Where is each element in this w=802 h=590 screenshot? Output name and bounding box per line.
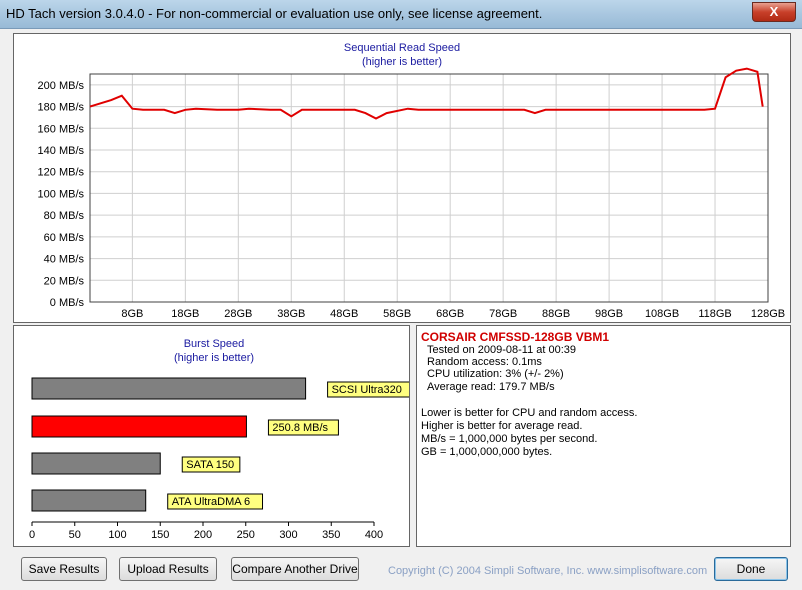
read-y-tick-label: 0 MB/s xyxy=(50,297,85,309)
read-x-tick-label: 128GB xyxy=(751,308,785,320)
compare-another-drive-label: Compare Another Drive xyxy=(232,562,358,576)
burst-bar xyxy=(31,377,307,400)
average-read: Average read: 179.7 MB/s xyxy=(427,381,555,393)
sequential-read-panel: Sequential Read Speed (higher is better)… xyxy=(13,33,791,323)
read-y-tick-label: 200 MB/s xyxy=(38,80,85,92)
read-y-tick-label: 180 MB/s xyxy=(38,102,85,114)
random-access: Random access: 0.1ms xyxy=(427,356,542,368)
compare-another-drive-button[interactable]: Compare Another Drive xyxy=(231,557,359,581)
read-y-tick-label: 140 MB/s xyxy=(38,145,85,157)
burst-x-tick-label: 300 xyxy=(279,529,297,541)
read-x-tick-label: 38GB xyxy=(277,308,305,320)
read-y-tick-label: 60 MB/s xyxy=(44,232,85,244)
burst-speed-panel: Burst Speed (higher is better) SCSI Ultr… xyxy=(13,325,417,547)
burst-x-tick-label: 400 xyxy=(365,529,383,541)
burst-x-tick-label: 100 xyxy=(108,529,126,541)
note-higher-better: Higher is better for average read. xyxy=(421,420,583,432)
done-label: Done xyxy=(736,562,766,576)
read-x-tick-label: 98GB xyxy=(595,308,623,320)
upload-results-button[interactable]: Upload Results xyxy=(119,557,217,581)
burst-x-tick-label: 200 xyxy=(194,529,212,541)
read-x-tick-label: 58GB xyxy=(383,308,411,320)
read-chart-title: Sequential Read Speed xyxy=(344,42,460,54)
read-y-tick-label: 100 MB/s xyxy=(38,188,85,200)
read-x-tick-label: 68GB xyxy=(436,308,464,320)
read-y-tick-label: 120 MB/s xyxy=(38,167,85,179)
burst-bar-label: SATA 150 xyxy=(186,459,234,471)
read-x-tick-label: 48GB xyxy=(330,308,358,320)
cpu-utilization: CPU utilization: 3% (+/- 2%) xyxy=(427,368,564,380)
tested-on: Tested on 2009-08-11 at 00:39 xyxy=(427,344,577,356)
sequential-read-chart: Sequential Read Speed (higher is better)… xyxy=(38,42,786,320)
read-y-tick-label: 40 MB/s xyxy=(44,254,85,266)
burst-bar xyxy=(31,452,161,475)
read-y-tick-label: 80 MB/s xyxy=(44,210,85,222)
burst-x-tick-label: 0 xyxy=(29,529,35,541)
burst-chart-title: Burst Speed xyxy=(184,338,245,350)
note-lower-better: Lower is better for CPU and random acces… xyxy=(421,407,638,419)
burst-x-tick-label: 350 xyxy=(322,529,340,541)
burst-x-tick-label: 150 xyxy=(151,529,169,541)
burst-x-tick-label: 50 xyxy=(69,529,81,541)
burst-bar xyxy=(31,415,247,438)
title-bar: HD Tach version 3.0.4.0 - For non-commer… xyxy=(0,0,802,29)
copyright-text: Copyright (C) 2004 Simpli Software, Inc.… xyxy=(388,565,708,577)
window-title: HD Tach version 3.0.4.0 - For non-commer… xyxy=(6,6,543,21)
read-x-tick-label: 78GB xyxy=(489,308,517,320)
note-gb-def: GB = 1,000,000,000 bytes. xyxy=(421,446,553,458)
save-results-button[interactable]: Save Results xyxy=(21,557,107,581)
upload-results-label: Upload Results xyxy=(127,562,209,576)
read-y-tick-label: 20 MB/s xyxy=(44,275,85,287)
read-y-tick-label: 160 MB/s xyxy=(38,123,85,135)
burst-speed-chart: Burst Speed (higher is better) SCSI Ultr… xyxy=(29,338,417,541)
note-mbps-def: MB/s = 1,000,000 bytes per second. xyxy=(421,433,598,445)
read-x-tick-label: 118GB xyxy=(698,308,731,320)
burst-bar-label: SCSI Ultra320 xyxy=(332,384,402,396)
read-x-tick-label: 8GB xyxy=(121,308,143,320)
read-x-tick-label: 28GB xyxy=(224,308,252,320)
read-x-tick-label: 18GB xyxy=(171,308,199,320)
close-icon: X xyxy=(769,4,779,19)
read-x-tick-label: 88GB xyxy=(542,308,570,320)
done-button[interactable]: Done xyxy=(714,557,788,581)
read-chart-subtitle: (higher is better) xyxy=(362,56,442,68)
close-button[interactable]: X xyxy=(752,2,796,22)
save-results-label: Save Results xyxy=(28,562,100,576)
burst-bar-label: ATA UltraDMA 6 xyxy=(172,496,250,508)
read-x-tick-label: 108GB xyxy=(645,308,679,320)
burst-x-tick-label: 250 xyxy=(237,529,255,541)
burst-chart-subtitle: (higher is better) xyxy=(174,352,254,364)
drive-name: CORSAIR CMFSSD-128GB VBM1 xyxy=(421,330,610,344)
burst-bar-label: 250.8 MB/s xyxy=(272,422,328,434)
burst-bar xyxy=(31,489,147,512)
